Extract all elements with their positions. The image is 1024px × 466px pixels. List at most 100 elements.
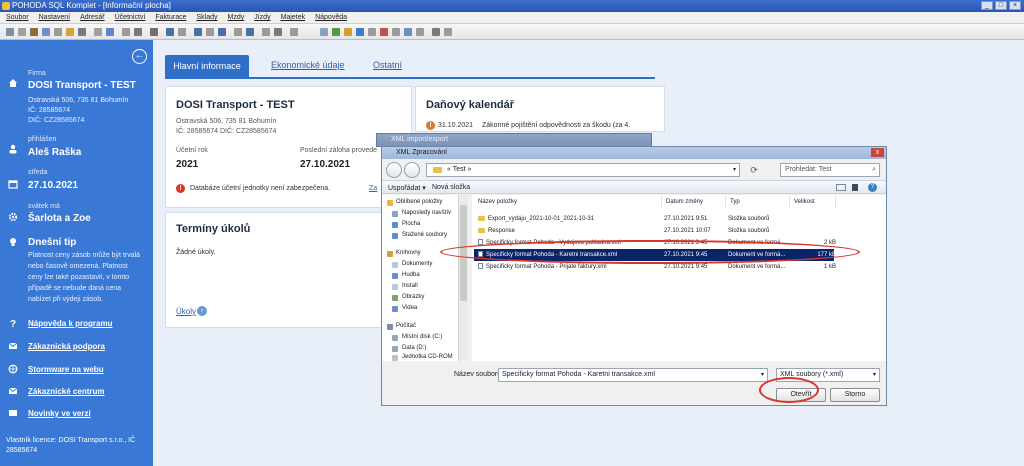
nav-scrollbar[interactable] [458,195,468,361]
toolbar-icon[interactable] [344,28,352,36]
preview-pane-icon[interactable] [852,184,858,191]
chevron-down-icon[interactable]: ▾ [733,164,736,176]
nav-documents[interactable]: Dokumenty [402,261,432,267]
toolbar-icon[interactable] [444,28,452,36]
toolbar-icon[interactable] [368,28,376,36]
menu-jizdy[interactable]: Jízdy [254,14,270,21]
file-row[interactable]: Response 27.10.2021 10:07 Složka souborů [474,225,834,237]
nav-libraries[interactable]: Knihovny [396,250,421,256]
link-support[interactable]: Zákaznická podpora [28,342,105,351]
toolbar-icon[interactable] [78,28,86,36]
toolbar-icon[interactable] [206,28,214,36]
file-row[interactable]: Specificky format Pohoda - Karetni trans… [474,249,836,261]
toolbar-icon[interactable] [274,28,282,36]
address-bar[interactable]: « Test » ▾ [426,163,740,177]
toolbar-icon[interactable] [404,28,412,36]
tab-economic[interactable]: Ekonomické údaje [271,60,345,70]
menu-mzdy[interactable]: Mzdy [228,14,245,21]
cancel-button[interactable]: Storno [830,388,880,402]
toolbar-icon[interactable] [54,28,62,36]
nav-install[interactable]: Install [402,283,418,289]
toolbar-icon[interactable] [194,28,202,36]
toolbar-icon[interactable] [392,28,400,36]
toolbar-icon[interactable] [332,28,340,36]
menu-sklady[interactable]: Sklady [196,14,217,21]
more-link[interactable]: Za [369,185,377,192]
nav-music[interactable]: Hudba [402,272,420,278]
toolbar-icon[interactable] [218,28,226,36]
file-row[interactable]: Specificky format Pohoda - Prijate faktu… [474,261,836,273]
file-row[interactable]: Specificky format Pohoda - Vydajova pokl… [474,237,836,249]
toolbar-icon[interactable] [18,28,26,36]
column-type[interactable]: Typ [726,196,790,208]
menu-nastaveni[interactable]: Nastavení [39,14,71,21]
nav-cdrom[interactable]: Jednotka CD-ROM [402,354,453,360]
nav-downloads[interactable]: Stažené soubory [402,232,447,238]
nav-videos[interactable]: Videa [402,305,417,311]
toolbar-icon[interactable] [30,28,38,36]
toolbar-icon[interactable] [134,28,142,36]
refresh-icon[interactable]: ⟳ [748,164,760,176]
link-news[interactable]: Novinky ve verzi [28,409,91,418]
view-icon[interactable] [836,184,846,191]
nav-pictures[interactable]: Obrázky [402,294,424,300]
link-help[interactable]: Nápověda k programu [28,319,112,328]
scrollbar-thumb[interactable] [460,205,467,301]
new-folder-button[interactable]: Nová složka [432,184,470,191]
organize-menu[interactable]: Uspořádat ▾ [388,184,426,192]
help-icon[interactable]: ? [868,183,877,192]
menu-napoveda[interactable]: Nápověda [315,14,347,21]
back-arrow-icon[interactable]: ← [132,49,147,64]
search-input[interactable]: Prohledat: Test ⌕ [780,163,880,177]
toolbar-icon[interactable] [122,28,130,36]
menu-adresar[interactable]: Adresář [80,14,105,21]
link-web[interactable]: Stormware na webu [28,365,104,374]
dialog-close-button[interactable]: x [871,148,884,157]
chevron-down-icon[interactable]: ▾ [761,369,764,381]
column-date[interactable]: Datum změny [662,196,726,208]
toolbar-icon[interactable] [246,28,254,36]
toolbar-icon[interactable] [150,28,158,36]
nav-disk-d[interactable]: Data (D:) [402,345,426,351]
back-button[interactable] [386,162,402,178]
chevron-down-icon[interactable]: ▾ [873,369,876,381]
toolbar-icon[interactable] [166,28,174,36]
tab-main-info[interactable]: Hlavní informace [165,55,249,77]
column-name[interactable]: Název položky [474,196,662,208]
menu-ucetnictvi[interactable]: Účetnictví [115,14,146,21]
maximize-button[interactable]: □ [995,1,1007,10]
toolbar-icon[interactable] [106,28,114,36]
toolbar-icon[interactable] [234,28,242,36]
menu-fakturace[interactable]: Fakturace [155,14,186,21]
column-size[interactable]: Velikost [790,196,836,208]
toolbar-icon[interactable] [416,28,424,36]
arrow-right-icon[interactable]: › [197,306,207,316]
minimize-button[interactable]: _ [981,1,993,10]
tab-other[interactable]: Ostatní [373,60,402,70]
toolbar-icon[interactable] [290,28,298,36]
toolbar-icon[interactable] [356,28,364,36]
link-customer-center[interactable]: Zákaznické centrum [28,387,104,396]
toolbar-icon[interactable] [178,28,186,36]
toolbar-icon[interactable] [262,28,270,36]
toolbar-icon[interactable] [66,28,74,36]
menu-majetek[interactable]: Majetek [281,14,306,21]
nav-recent[interactable]: Naposledy navštív [402,210,451,216]
open-button[interactable]: Otevřít [776,388,826,402]
close-button[interactable]: × [1009,1,1021,10]
filename-input[interactable]: Specificky format Pohoda - Karetni trans… [498,368,768,382]
toolbar-icon[interactable] [320,28,328,36]
file-type-select[interactable]: XML soubory (*.xml) ▾ [776,368,880,382]
nav-favorites[interactable]: Oblíbené položky [396,199,442,205]
forward-button[interactable] [404,162,420,178]
tasks-link[interactable]: Úkoly [176,307,196,316]
nav-disk-c[interactable]: Místní disk (C:) [402,334,442,340]
toolbar-icon[interactable] [94,28,102,36]
file-row[interactable]: Export_vydaju_2021-10-01_2021-10-31 27.10… [474,213,834,225]
toolbar-icon[interactable] [432,28,440,36]
toolbar-icon[interactable] [6,28,14,36]
nav-desktop[interactable]: Plocha [402,221,420,227]
toolbar-icon[interactable] [42,28,50,36]
nav-computer[interactable]: Počítač [396,323,416,329]
toolbar-icon[interactable] [380,28,388,36]
